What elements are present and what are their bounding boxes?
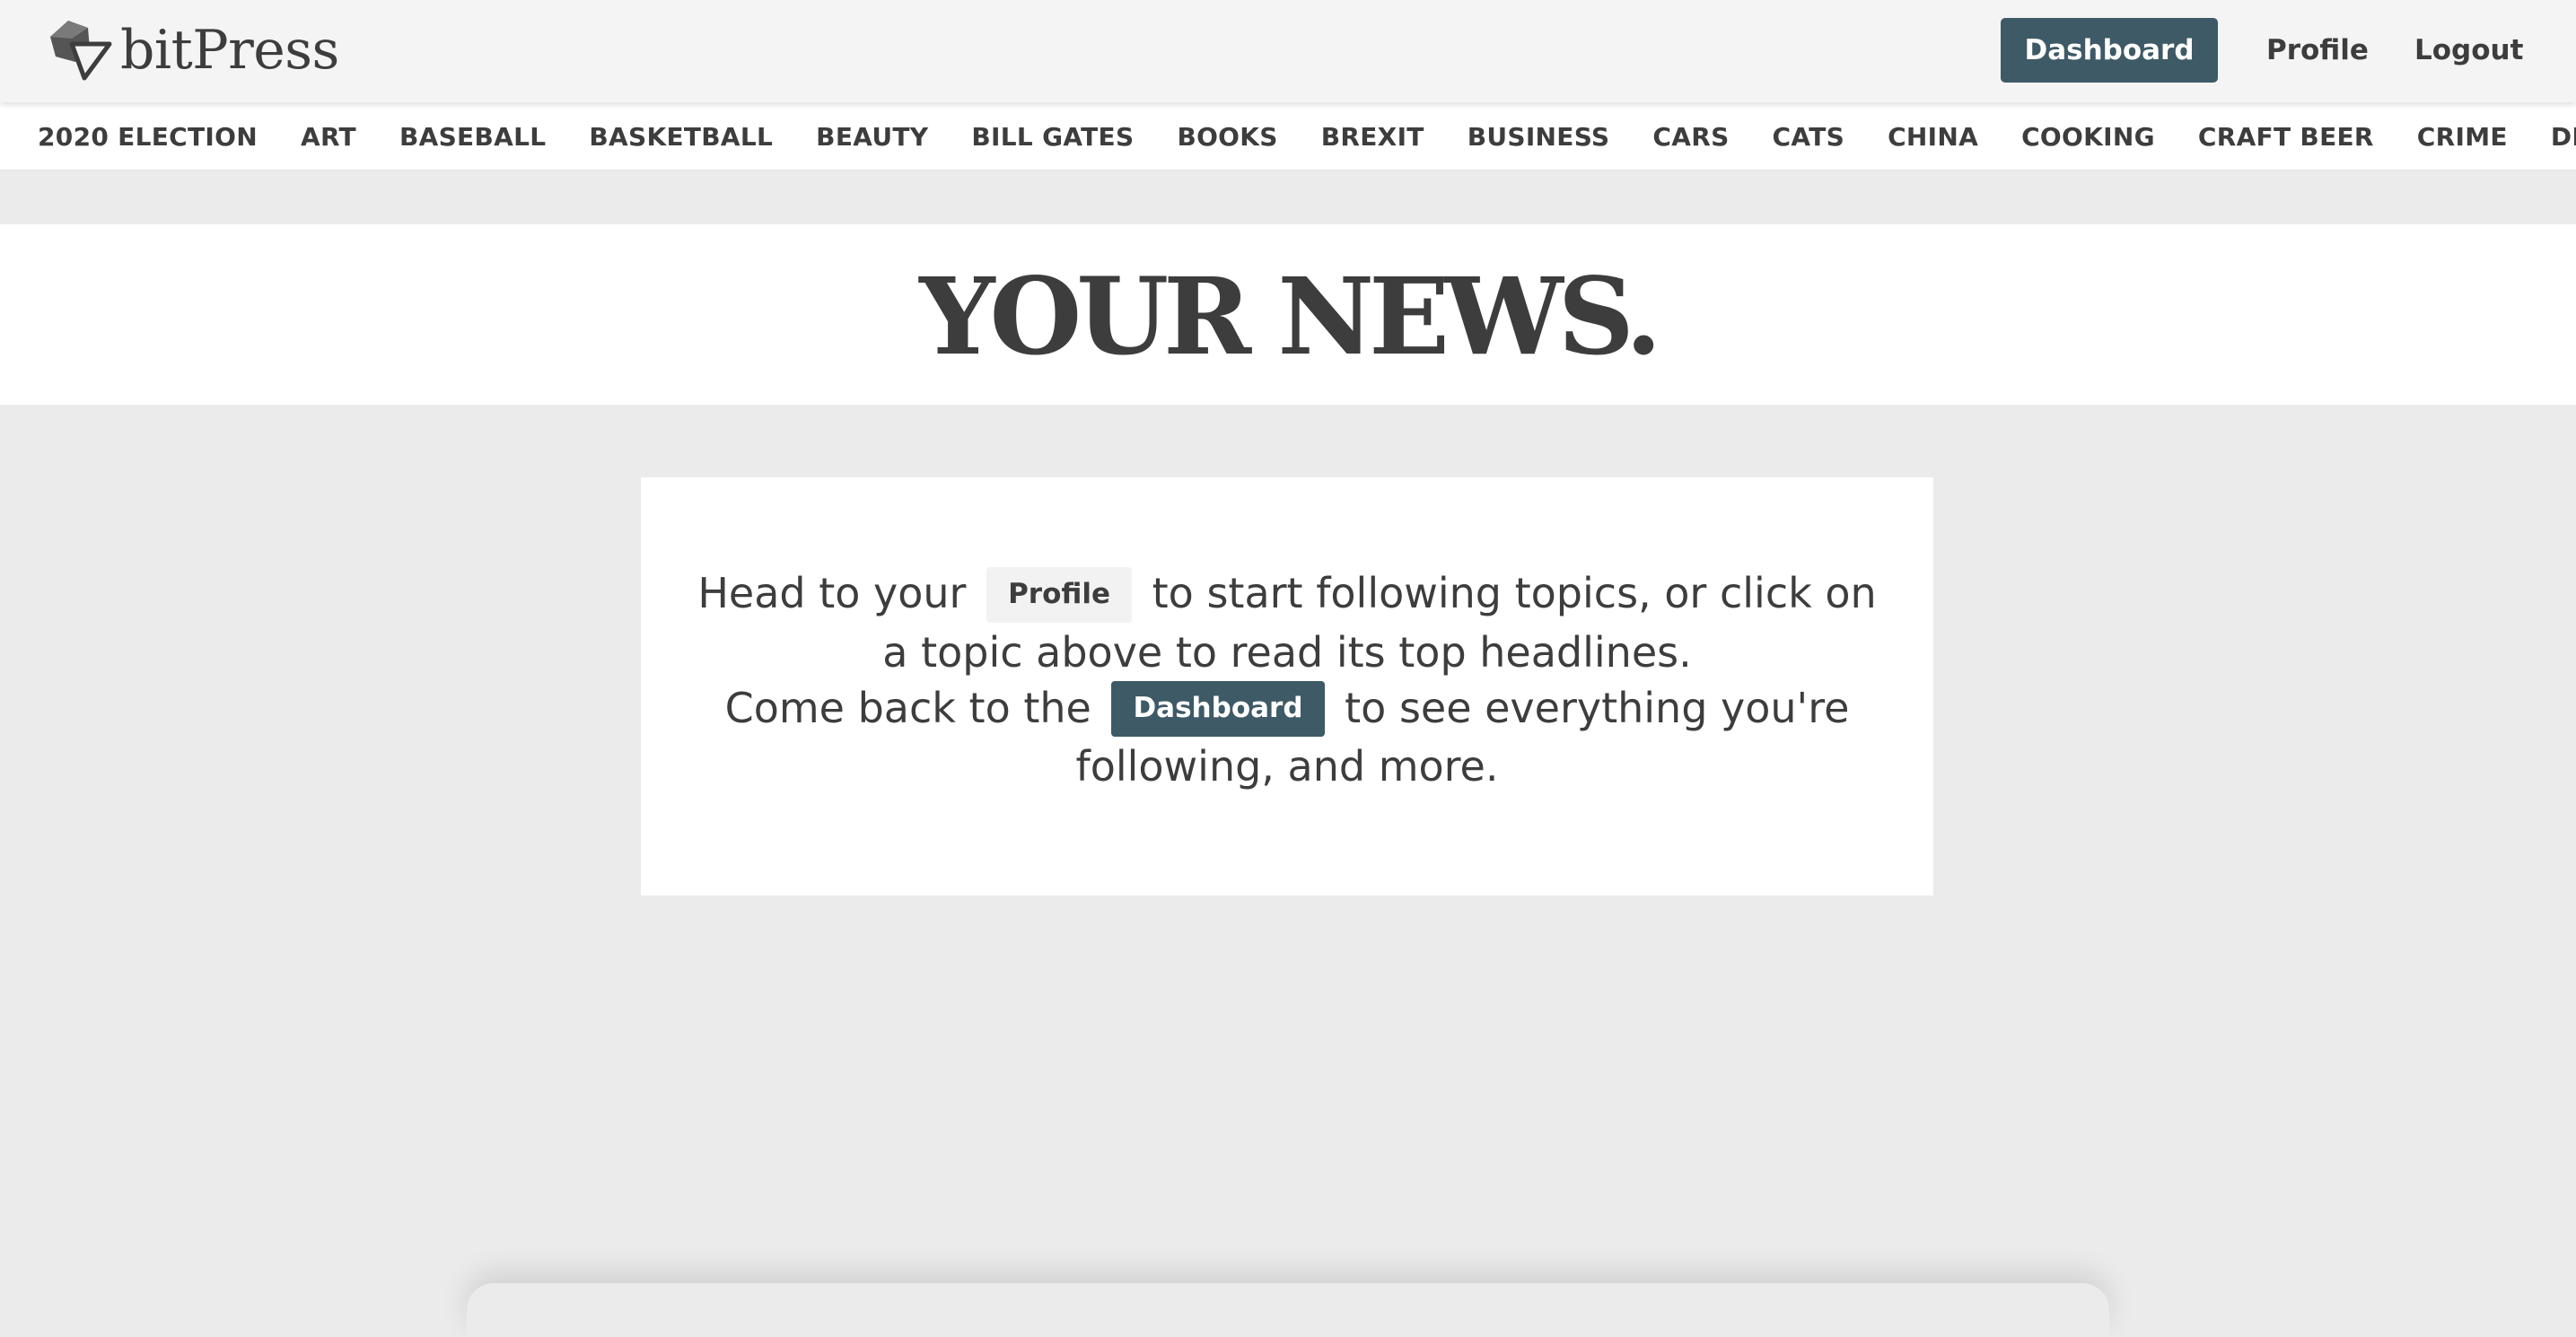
welcome-card: Head to your Profile to start following … — [641, 477, 1933, 896]
topic-link[interactable]: BEAUTY — [816, 122, 928, 152]
headline-band: YOUR NEWS. — [0, 224, 2576, 405]
logout-nav-link[interactable]: Logout — [2414, 18, 2523, 83]
page-headline: YOUR NEWS. — [919, 253, 1661, 379]
topic-link[interactable]: BILL GATES — [971, 122, 1134, 152]
dashboard-nav-button[interactable]: Dashboard — [2001, 18, 2218, 83]
topics-bar: 2020 ELECTION ART BASEBALL BASKETBALL BEAUTY… — [0, 102, 2576, 170]
topic-link[interactable]: BREXIT — [1321, 122, 1424, 152]
topic-link[interactable]: CARS — [1652, 122, 1729, 152]
topic-link[interactable]: COOKING — [2021, 122, 2155, 152]
brand-name: bitPress — [120, 19, 339, 82]
message-paragraph-profile: Head to your Profile to start following … — [695, 565, 1879, 680]
message-text: Head to your — [697, 569, 967, 617]
bottom-panel-edge — [467, 1283, 2109, 1337]
topics-track: 2020 ELECTION ART BASEBALL BASKETBALL BEAUTY… — [0, 102, 2576, 170]
topic-link[interactable]: BASKETBALL — [589, 122, 773, 152]
topic-link[interactable]: CRAFT BEER — [2198, 122, 2374, 152]
topic-link[interactable]: BASEBALL — [399, 122, 546, 152]
top-header: bitPress Dashboard Profile Logout — [0, 0, 2576, 102]
hexagon-triangle-logo-icon — [50, 21, 112, 81]
inline-dashboard-button[interactable]: Dashboard — [1111, 681, 1325, 737]
topic-link[interactable]: CHINA — [1888, 122, 1978, 152]
topic-link[interactable]: CATS — [1773, 122, 1845, 152]
topic-link[interactable]: 2020 ELECTION — [38, 122, 258, 152]
profile-nav-link[interactable]: Profile — [2266, 18, 2369, 83]
topic-link[interactable]: ART — [301, 122, 356, 152]
topic-link[interactable]: BUSINESS — [1468, 122, 1610, 152]
message-text: Come back to the — [724, 683, 1091, 732]
topic-link[interactable]: CRIME — [2417, 122, 2508, 152]
message-paragraph-dashboard: Come back to the Dashboard to see everyt… — [695, 680, 1879, 795]
topic-link[interactable]: BOOKS — [1177, 122, 1277, 152]
inline-profile-button[interactable]: Profile — [986, 566, 1133, 623]
topic-link[interactable]: DESIGN — [2551, 122, 2576, 152]
brand-logo-link[interactable]: bitPress — [47, 18, 339, 83]
welcome-message: Head to your Profile to start following … — [695, 565, 1879, 794]
